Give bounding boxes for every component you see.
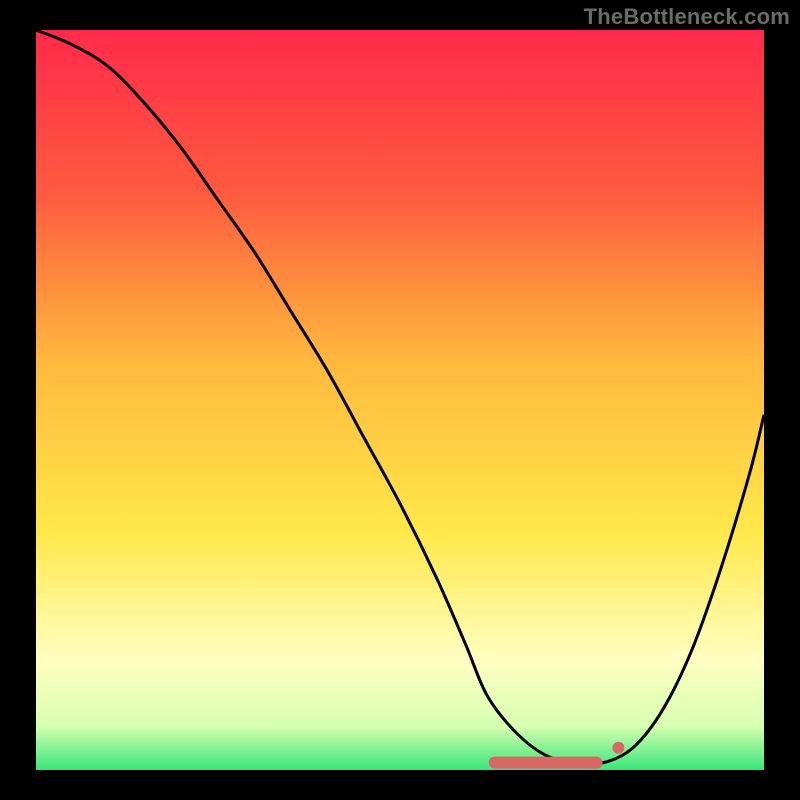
left-border [0, 0, 36, 800]
plot-area [36, 30, 764, 770]
bottom-border [0, 770, 800, 800]
chart-svg [0, 0, 800, 800]
optimal-dot-marker [612, 742, 624, 754]
watermark-text: TheBottleneck.com [584, 4, 790, 30]
right-border [764, 0, 800, 800]
chart-frame: TheBottleneck.com [0, 0, 800, 800]
